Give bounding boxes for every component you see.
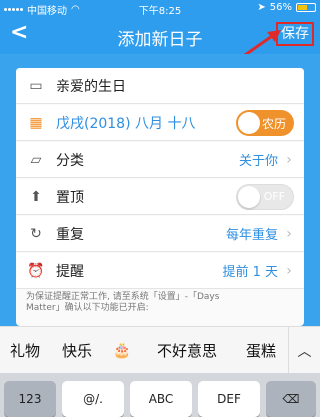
calendar-icon: ▦ [29, 114, 43, 131]
note-line-1: 为保证提醒正常工作, 请至系统「设置」-「Days [26, 292, 220, 302]
toggle-knob [238, 185, 260, 208]
suggestion-item[interactable]: 礼物 [0, 340, 50, 361]
category-label: 分类 [56, 152, 84, 169]
reminder-note: 为保证提醒正常工作, 请至系统「设置」-「Days Matter」确认以下功能已… [26, 292, 296, 314]
reminder-label: 提醒 [56, 263, 84, 280]
pin-label: 置顶 [56, 189, 84, 206]
key-abc[interactable]: ABC [130, 381, 192, 417]
chevron-right-icon: › [286, 262, 292, 279]
backspace-icon[interactable]: ⌫ [266, 381, 316, 417]
status-right: ➤ 56% [257, 2, 316, 13]
content-area: ▭ 亲爱的生日 ▦ 戊戌(2018) 八月 十八 农历 ▱ 分类 关于你 › ⬆… [0, 54, 320, 326]
date-value[interactable]: 戊戌(2018) 八月 十八 [56, 113, 236, 133]
battery-icon [296, 3, 316, 12]
suggestion-bar: 礼物 快乐 🎂 不好意思 蛋糕 ︿ [0, 326, 320, 374]
suggestion-item[interactable]: 不好意思 [140, 340, 234, 361]
lunar-toggle-label: 农历 [261, 116, 286, 131]
suggestion-item[interactable]: 快乐 [50, 340, 104, 361]
toggle-knob [238, 111, 260, 134]
chevron-right-icon: › [286, 225, 292, 242]
name-row[interactable]: ▭ 亲爱的生日 [16, 68, 304, 104]
keyboard: 123 @/. ABC DEF ⌫ [0, 373, 320, 417]
pin-toggle-label: OFF [263, 189, 285, 203]
chevron-up-icon[interactable]: ︿ [288, 327, 320, 374]
key-123[interactable]: 123 [4, 381, 56, 417]
suggestion-item[interactable]: 蛋糕 [234, 340, 288, 361]
pin-top-icon: ⬆ [30, 188, 42, 205]
suggestion-item[interactable]: 🎂 [104, 341, 140, 359]
repeat-icon: ↻ [30, 225, 42, 242]
pin-row: ⬆ 置顶 OFF [16, 179, 304, 215]
reminder-value: 提前 1 天 [222, 265, 278, 280]
key-symbols[interactable]: @/. [62, 381, 124, 417]
category-row[interactable]: ▱ 分类 关于你 › [16, 142, 304, 178]
briefcase-icon: ▭ [29, 77, 43, 94]
chevron-right-icon: › [286, 151, 292, 168]
battery-percent: 56% [269, 2, 292, 13]
repeat-row[interactable]: ↻ 重复 每年重复 › [16, 216, 304, 252]
pin-toggle[interactable]: OFF [236, 183, 294, 210]
note-line-2: Matter」确认以下功能已开启: [26, 303, 149, 313]
repeat-label: 重复 [56, 226, 84, 243]
form-card: ▭ 亲爱的生日 ▦ 戊戌(2018) 八月 十八 农历 ▱ 分类 关于你 › ⬆… [16, 68, 304, 326]
location-icon: ➤ [257, 2, 266, 13]
status-bar: 中国移动 ◠ 下午8:25 ➤ 56% [0, 0, 320, 17]
date-row[interactable]: ▦ 戊戌(2018) 八月 十八 农历 [16, 105, 304, 141]
folder-icon: ▱ [30, 151, 42, 168]
alarm-clock-icon: ⏰ [27, 262, 45, 279]
reminder-row[interactable]: ⏰ 提醒 提前 1 天 › [16, 253, 304, 289]
key-def[interactable]: DEF [198, 381, 260, 417]
category-value: 关于你 [238, 154, 278, 169]
lunar-toggle[interactable]: 农历 [236, 109, 294, 136]
name-input[interactable]: 亲爱的生日 [56, 76, 304, 96]
repeat-value: 每年重复 [225, 228, 278, 243]
